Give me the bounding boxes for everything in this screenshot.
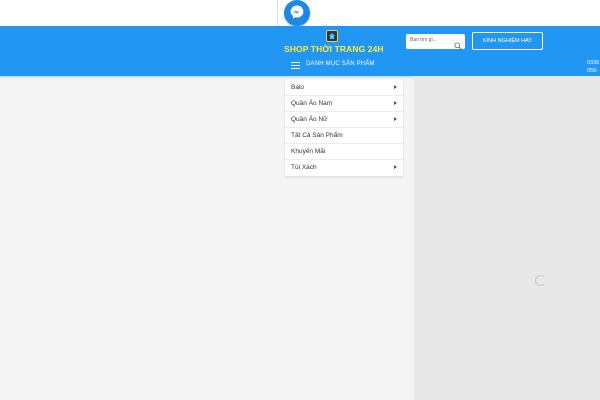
shop-logo-icon[interactable]: [326, 30, 338, 42]
search-placeholder: Bạn tìm gì...: [410, 37, 437, 43]
menu-item-label: Quần Áo Nữ: [291, 116, 328, 123]
search-icon[interactable]: [454, 37, 462, 55]
menu-item-quan-ao-nam[interactable]: Quần Áo Nam: [285, 96, 403, 112]
chevron-right-icon: [394, 165, 397, 169]
menu-item-label: Khuyến Mãi: [291, 148, 326, 155]
menu-item-tui-xach[interactable]: Túi Xách: [285, 160, 403, 176]
phone-line-1: 0336: [587, 60, 600, 66]
menu-item-quan-ao-nu[interactable]: Quần Áo Nữ: [285, 112, 403, 128]
menu-item-label: Tất Cả Sản Phẩm: [291, 132, 343, 139]
menu-item-label: Quần Áo Nam: [291, 100, 333, 107]
menu-item-balo[interactable]: Balo: [285, 80, 403, 96]
hamburger-icon[interactable]: [291, 62, 300, 69]
chevron-right-icon: [394, 117, 397, 121]
kinh-nghiem-hay-button[interactable]: KINH NGHIỆM HAY: [472, 32, 543, 50]
shop-name[interactable]: SHOP THỜI TRANG 24H: [284, 44, 384, 54]
menu-item-khuyen-mai[interactable]: Khuyến Mãi: [285, 144, 403, 160]
chevron-right-icon: [394, 85, 397, 89]
search-input[interactable]: Bạn tìm gì...: [406, 34, 465, 50]
category-menu: Balo Quần Áo Nam Quần Áo Nữ Tất Cả Sản P…: [285, 80, 403, 176]
menu-item-tat-ca-san-pham[interactable]: Tất Cả Sản Phẩm: [285, 128, 403, 144]
top-divider: [277, 0, 278, 26]
loading-spinner-icon: [535, 275, 546, 286]
hotline[interactable]: 0336 056-: [587, 59, 599, 75]
category-label: DANH MỤC SẢN PHẨM: [306, 61, 375, 67]
menu-item-label: Túi Xách: [291, 164, 317, 171]
banner-area: [414, 76, 600, 400]
messenger-icon[interactable]: [284, 0, 310, 26]
menu-item-label: Balo: [291, 84, 305, 91]
phone-line-2: 056-: [587, 68, 599, 74]
chevron-right-icon: [394, 101, 397, 105]
